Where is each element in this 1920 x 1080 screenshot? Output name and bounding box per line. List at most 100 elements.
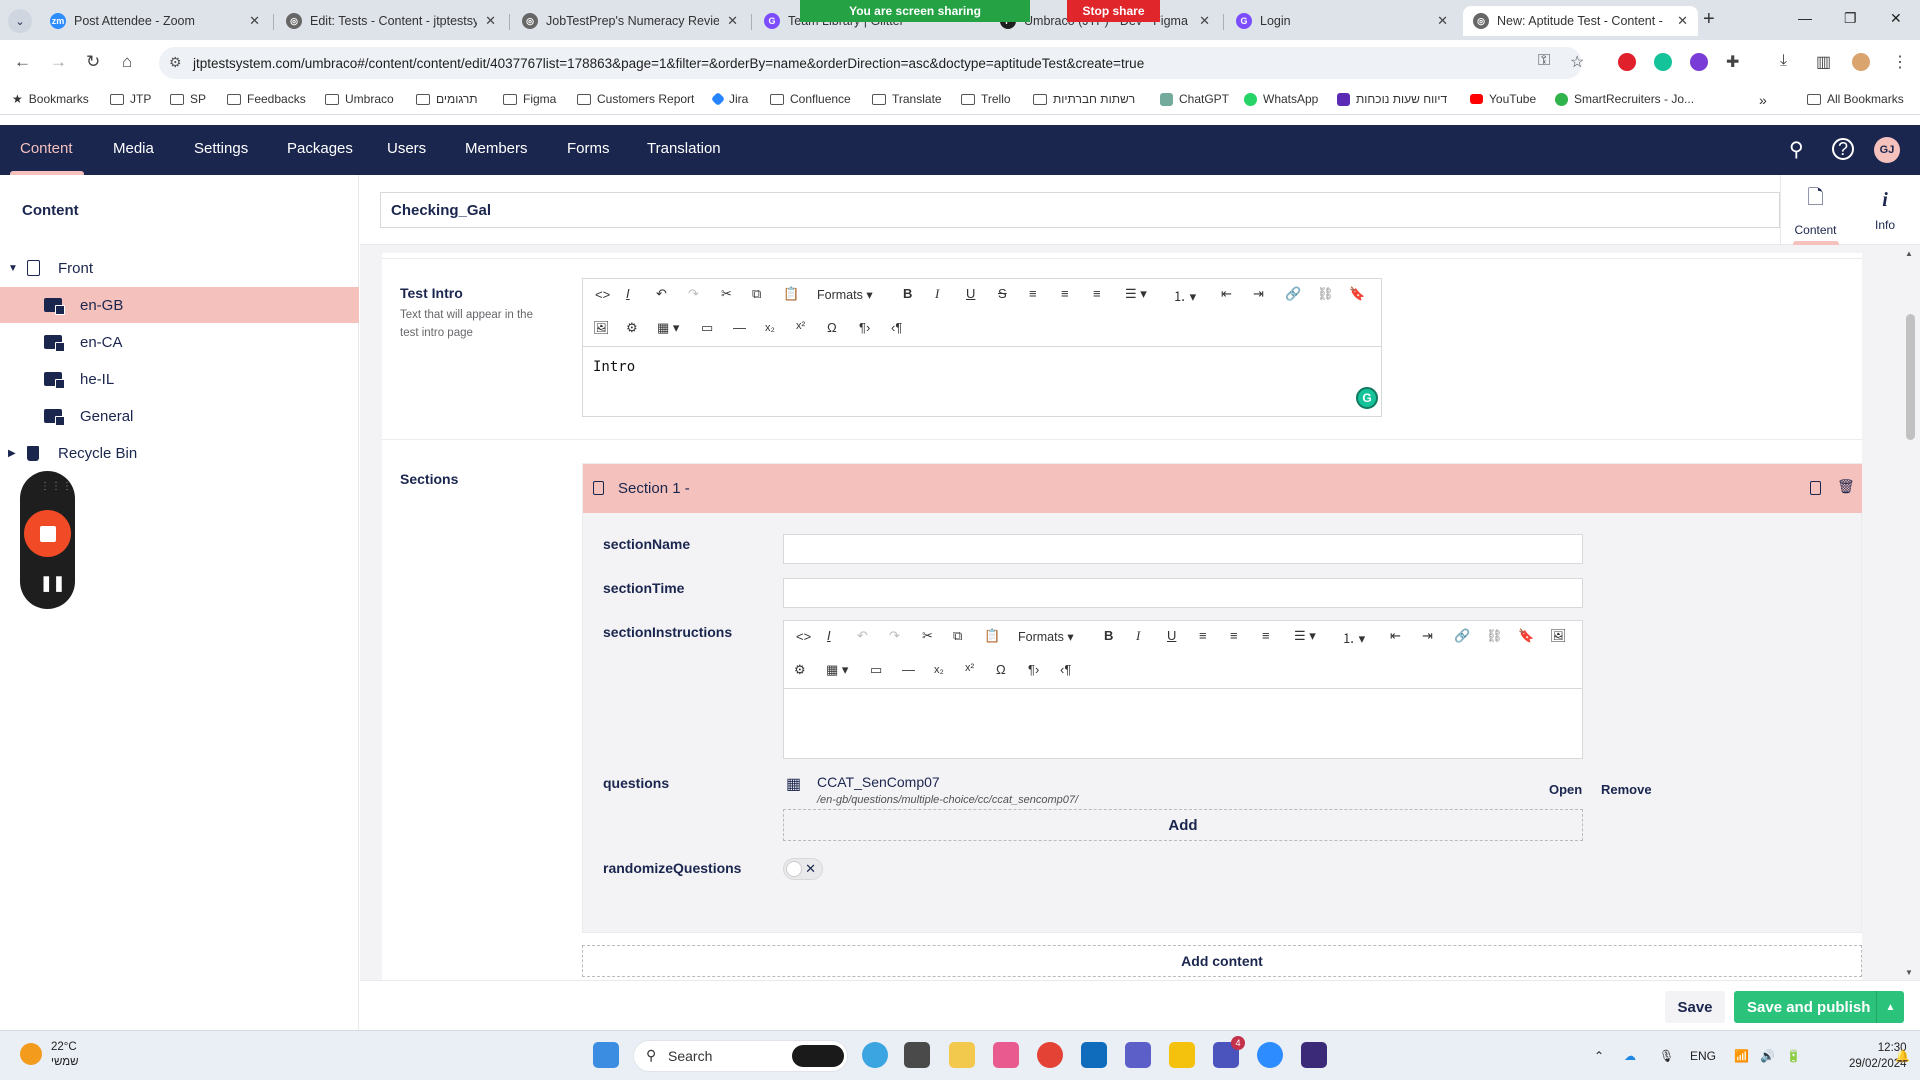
menu-kebab-icon[interactable]: ⋮ xyxy=(1892,52,1908,72)
user-avatar[interactable]: GJ xyxy=(1874,137,1900,163)
bookmark-translate[interactable]: Translate xyxy=(872,92,942,106)
tree-item-he-il[interactable]: he-IL xyxy=(0,361,359,397)
tab-login[interactable]: G Login ✕ xyxy=(1226,6,1458,36)
unlink-icon[interactable]: ⛓ xyxy=(1486,628,1503,644)
forward-icon[interactable]: → xyxy=(50,52,67,72)
wifi-icon[interactable]: 📶 xyxy=(1734,1049,1749,1063)
section-block-header[interactable]: Section 1 - 🗑 xyxy=(583,464,1862,513)
back-icon[interactable]: ← xyxy=(14,52,31,72)
macro-icon[interactable]: ⚙ xyxy=(626,320,638,336)
home-icon[interactable]: ⌂ xyxy=(122,52,132,72)
download-icon[interactable]: ⤓ xyxy=(1780,52,1787,70)
add-content-button[interactable]: Add content xyxy=(582,945,1862,977)
unlink-icon[interactable]: ⛓ xyxy=(1317,286,1334,302)
section-instructions-text-area[interactable] xyxy=(784,689,1582,758)
bold-icon[interactable]: B xyxy=(1104,628,1113,643)
zoom-icon[interactable] xyxy=(1257,1042,1283,1068)
link-icon[interactable]: 🔗 xyxy=(1285,286,1301,302)
bookmark-umbraco[interactable]: Umbraco xyxy=(325,92,394,106)
copy-block-icon[interactable] xyxy=(1810,481,1821,495)
redo-icon[interactable]: ↷ xyxy=(688,286,699,302)
undo-icon[interactable]: ↶ xyxy=(656,286,667,302)
publish-options-caret-icon[interactable]: ▲ xyxy=(1876,991,1904,1023)
password-key-icon[interactable]: ⚿ xyxy=(1538,52,1550,70)
bookmark-whatsapp[interactable]: WhatsApp xyxy=(1244,92,1318,106)
numbered-list-icon[interactable]: ⒈ ▾ xyxy=(1173,286,1196,305)
teams-new-icon[interactable]: 4 xyxy=(1213,1036,1245,1068)
outlook-icon[interactable] xyxy=(1081,1042,1107,1068)
nav-forms[interactable]: Forms xyxy=(567,140,610,157)
embed-icon[interactable]: ▭ xyxy=(701,320,713,336)
outdent-icon[interactable]: ⇤ xyxy=(1221,286,1232,302)
bullet-list-icon[interactable]: ☰ ▾ xyxy=(1125,286,1147,302)
clear-format-icon[interactable]: I xyxy=(626,286,630,301)
randomize-questions-toggle[interactable]: ✕ xyxy=(783,858,823,880)
scroll-up-icon[interactable]: ▲ xyxy=(1905,249,1913,258)
bookmark-social-networks[interactable]: רשתות חברתיות xyxy=(1033,92,1135,106)
bookmark-youtube[interactable]: YouTube xyxy=(1470,92,1536,106)
app-tab-content[interactable]: 🗋 Content xyxy=(1780,175,1850,245)
weather-sun-icon[interactable] xyxy=(20,1043,42,1065)
grammarly-extension-icon[interactable] xyxy=(1654,53,1672,71)
bookmark-bookmarks[interactable]: ★ Bookmarks xyxy=(12,92,89,106)
source-code-icon[interactable]: <> xyxy=(595,287,610,302)
extension-icon[interactable] xyxy=(1690,53,1708,71)
cut-icon[interactable]: ✂ xyxy=(922,628,933,644)
rtl-icon[interactable]: ‹¶ xyxy=(891,320,902,335)
tree-item-front[interactable]: ▼ Front xyxy=(0,250,359,286)
close-icon[interactable]: ✕ xyxy=(1437,13,1448,29)
italic-icon[interactable]: I xyxy=(1136,628,1140,644)
app-tab-info[interactable]: i Info xyxy=(1850,175,1920,245)
tree-item-en-ca[interactable]: en-CA xyxy=(0,324,359,360)
scrollbar-thumb[interactable] xyxy=(1906,314,1915,440)
tree-item-en-gb[interactable]: en-GB xyxy=(0,287,359,323)
formats-dropdown[interactable]: Formats ▾ xyxy=(1018,629,1074,644)
ltr-icon[interactable]: ¶› xyxy=(1028,662,1039,677)
reload-icon[interactable]: ↻ xyxy=(86,52,100,72)
bookmark-customers-report[interactable]: Customers Report xyxy=(577,92,694,106)
sticky-notes-icon[interactable] xyxy=(1169,1042,1195,1068)
bookmark-confluence[interactable]: Confluence xyxy=(770,92,851,106)
align-left-icon[interactable]: ≡ xyxy=(1029,286,1037,301)
language-indicator[interactable]: ENG xyxy=(1690,1049,1716,1063)
subscript-icon[interactable]: x₂ xyxy=(765,322,775,334)
nav-members[interactable]: Members xyxy=(465,140,528,157)
table-icon[interactable]: ▦ ▾ xyxy=(657,320,679,336)
opera-extension-icon[interactable] xyxy=(1618,53,1636,71)
grammarly-icon[interactable]: G xyxy=(1356,387,1378,409)
help-icon[interactable]: ? xyxy=(1832,138,1854,160)
bookmark-feedbacks[interactable]: Feedbacks xyxy=(227,92,306,106)
superscript-icon[interactable]: x² xyxy=(965,662,974,674)
macro-icon[interactable]: ⚙ xyxy=(794,662,806,678)
pause-icon[interactable]: ❚❚ xyxy=(40,574,65,592)
redo-icon[interactable]: ↷ xyxy=(889,628,900,644)
bookmark-smartrecruiters[interactable]: SmartRecruiters - Jo... xyxy=(1555,92,1694,106)
close-icon[interactable]: ✕ xyxy=(485,13,496,29)
stop-share-button[interactable]: Stop share xyxy=(1067,0,1160,22)
chrome-icon[interactable] xyxy=(1037,1042,1063,1068)
tree-item-recycle-bin[interactable]: ▶ Recycle Bin xyxy=(0,435,359,471)
add-question-button[interactable]: Add xyxy=(783,809,1583,841)
superscript-icon[interactable]: x² xyxy=(796,320,805,332)
embed-icon[interactable]: ▭ xyxy=(870,662,882,678)
nav-settings[interactable]: Settings xyxy=(194,140,248,157)
caret-down-icon[interactable]: ▼ xyxy=(8,263,18,274)
tab-new-aptitude-test[interactable]: ◎ New: Aptitude Test - Content - ✕ xyxy=(1463,6,1698,36)
extensions-puzzle-icon[interactable]: ✚ xyxy=(1726,52,1739,72)
image-icon[interactable]: 🖼 xyxy=(593,320,610,336)
question-open-button[interactable]: Open xyxy=(1549,782,1582,797)
align-right-icon[interactable]: ≡ xyxy=(1262,628,1270,643)
nav-packages[interactable]: Packages xyxy=(287,140,353,157)
scroll-down-icon[interactable]: ▼ xyxy=(1905,968,1913,977)
horizontal-rule-icon[interactable]: — xyxy=(902,662,915,677)
search-icon[interactable]: ⚲ xyxy=(1789,137,1804,162)
save-and-publish-button[interactable]: Save and publish ▲ xyxy=(1734,991,1904,1023)
nav-content[interactable]: Content xyxy=(20,140,73,157)
anchor-icon[interactable]: 🔖 xyxy=(1349,286,1365,302)
close-icon[interactable]: ✕ xyxy=(727,13,738,29)
caret-right-icon[interactable]: ▶ xyxy=(8,448,16,459)
file-explorer-icon[interactable] xyxy=(949,1042,975,1068)
stop-recording-button[interactable] xyxy=(24,510,71,557)
side-panel-icon[interactable]: ▥ xyxy=(1816,52,1831,72)
task-view-icon[interactable] xyxy=(904,1042,930,1068)
